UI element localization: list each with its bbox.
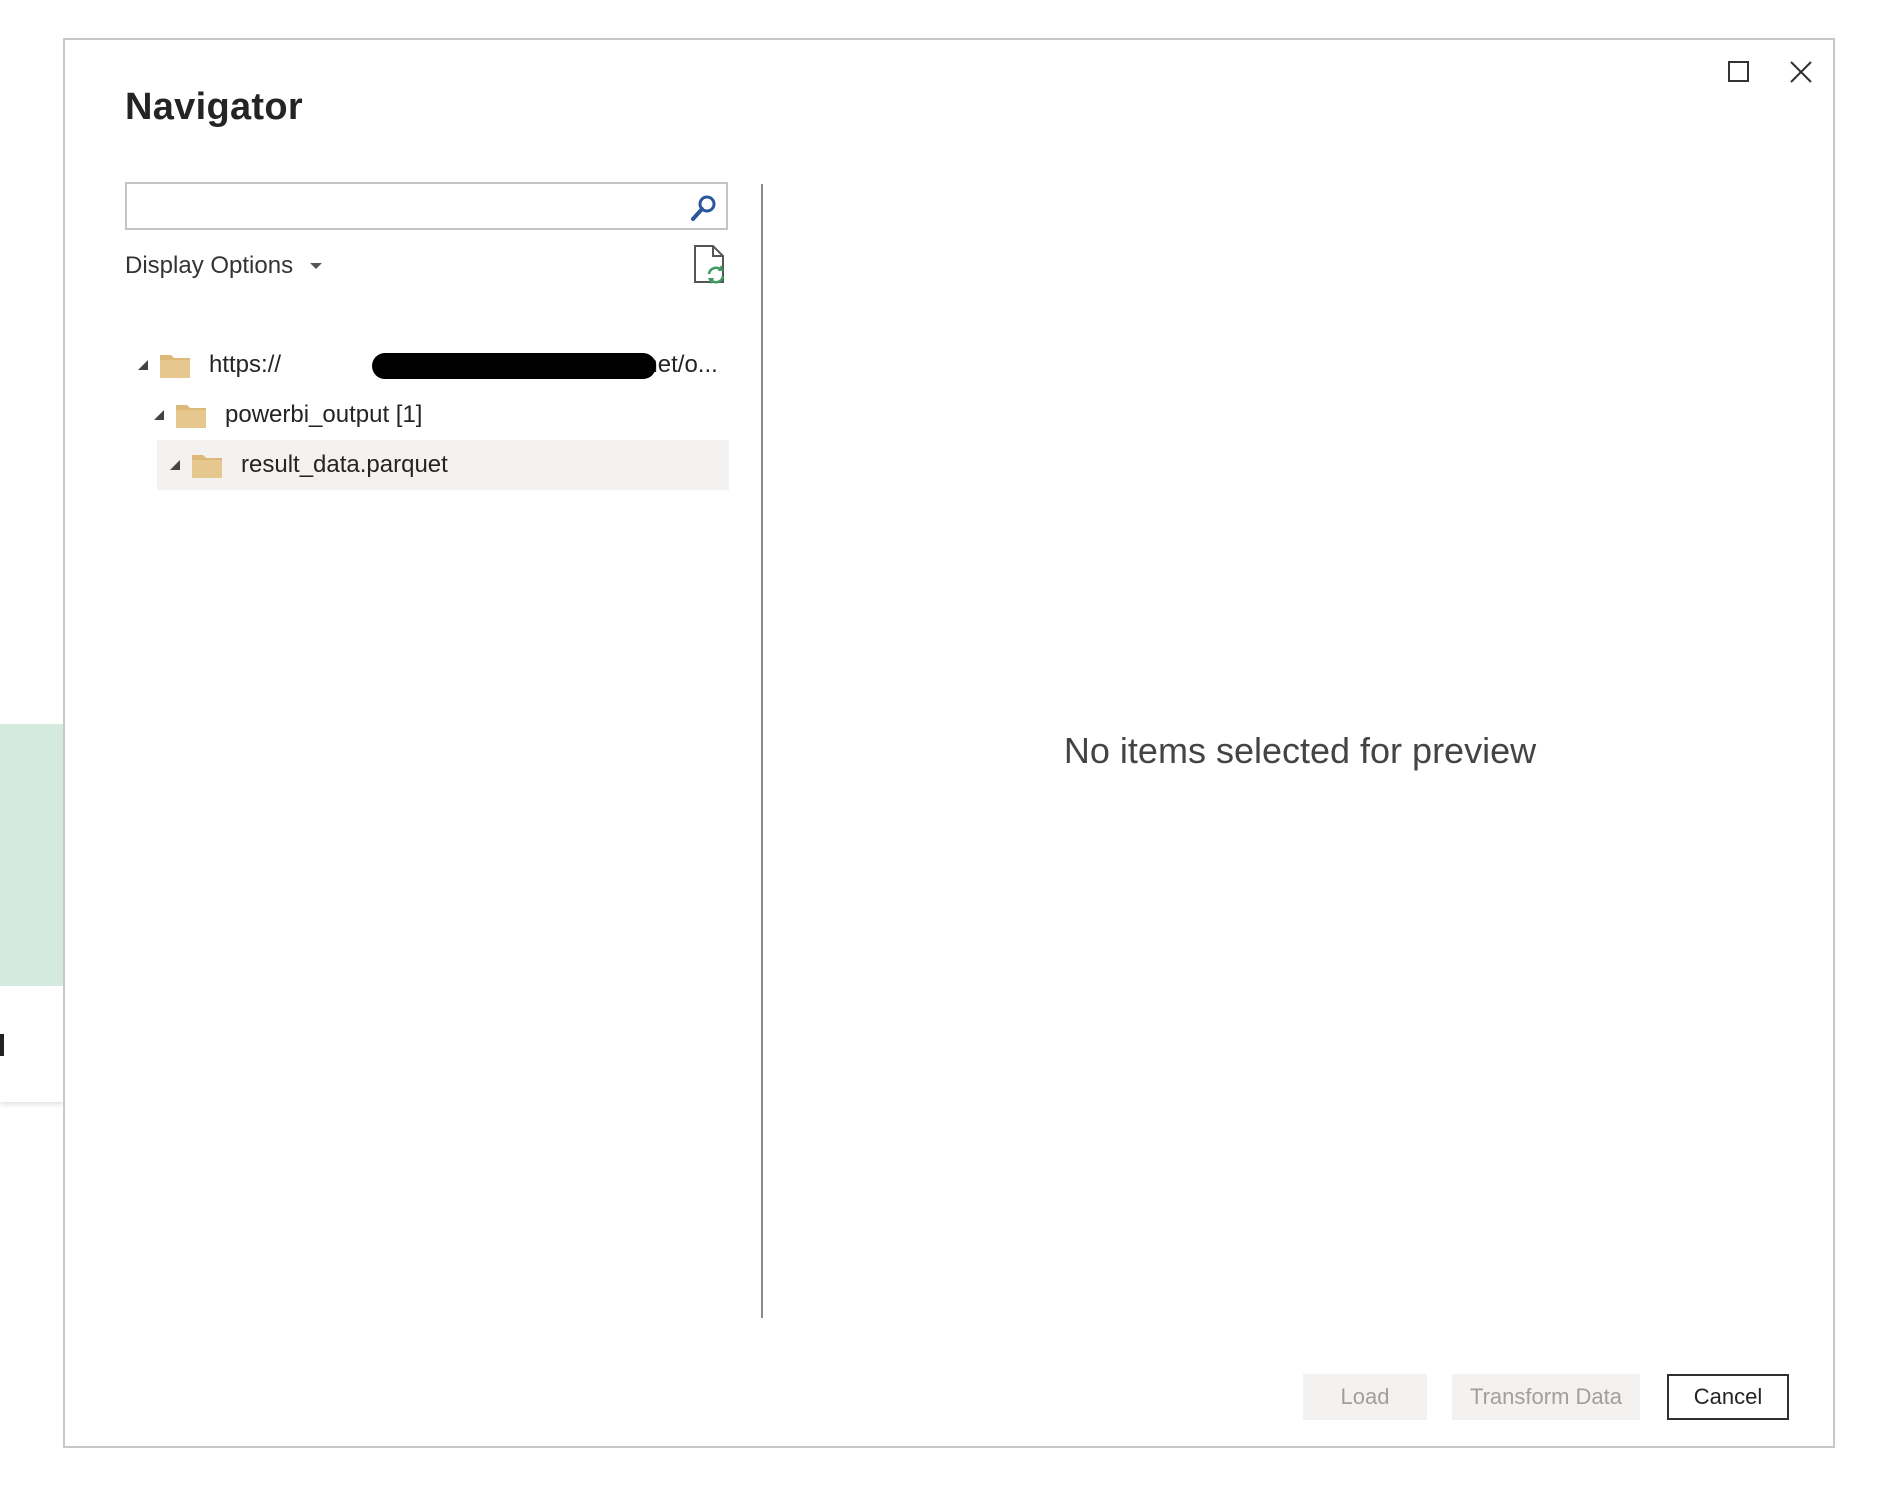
- tree-item-label: https://: [209, 351, 282, 378]
- folder-icon: [176, 405, 206, 428]
- background-text-fragment: [0, 1034, 4, 1056]
- expand-triangle-icon[interactable]: [137, 359, 149, 371]
- caret-down-icon: [310, 263, 323, 269]
- search-input[interactable]: [135, 188, 679, 226]
- folder-icon: [160, 355, 190, 378]
- preview-empty-message: No items selected for preview: [1063, 730, 1537, 771]
- close-button[interactable]: [1779, 50, 1823, 94]
- refresh-file-icon: [694, 245, 725, 284]
- tree-item-label: powerbi_output [1]: [225, 401, 423, 428]
- folder-icon: [192, 455, 222, 478]
- search-icon[interactable]: [688, 192, 720, 224]
- maximize-button[interactable]: [1717, 50, 1761, 94]
- cancel-button[interactable]: Cancel: [1667, 1374, 1789, 1420]
- screen: Navigator Display Options https:// power…: [0, 0, 1886, 1500]
- tree-item-file[interactable]: result_data.parquet: [157, 440, 729, 490]
- redaction-bar: [372, 353, 656, 379]
- tree-item-source[interactable]: https://indows.net/o...: [125, 340, 729, 390]
- search-box[interactable]: [125, 182, 728, 230]
- dialog-title: Navigator: [125, 86, 303, 128]
- tree-item-label: result_data.parquet: [241, 451, 448, 478]
- close-icon: [1790, 61, 1812, 83]
- transform-data-button[interactable]: Transform Data: [1452, 1374, 1640, 1420]
- display-options-label: Display Options: [125, 252, 294, 279]
- expand-triangle-icon[interactable]: [169, 459, 181, 471]
- refresh-button[interactable]: [691, 244, 729, 286]
- maximize-icon: [1728, 61, 1749, 82]
- load-button[interactable]: Load: [1303, 1374, 1427, 1420]
- tree-item-folder[interactable]: powerbi_output [1]: [125, 390, 729, 440]
- background-panel: [0, 724, 63, 986]
- navigator-tree: https://indows.net/o... powerbi_output […: [125, 340, 729, 490]
- background-card: [0, 986, 63, 1102]
- expand-triangle-icon[interactable]: [153, 409, 165, 421]
- navigator-dialog: Navigator Display Options https:// power…: [63, 38, 1835, 1448]
- display-options-dropdown[interactable]: Display Options: [125, 248, 323, 284]
